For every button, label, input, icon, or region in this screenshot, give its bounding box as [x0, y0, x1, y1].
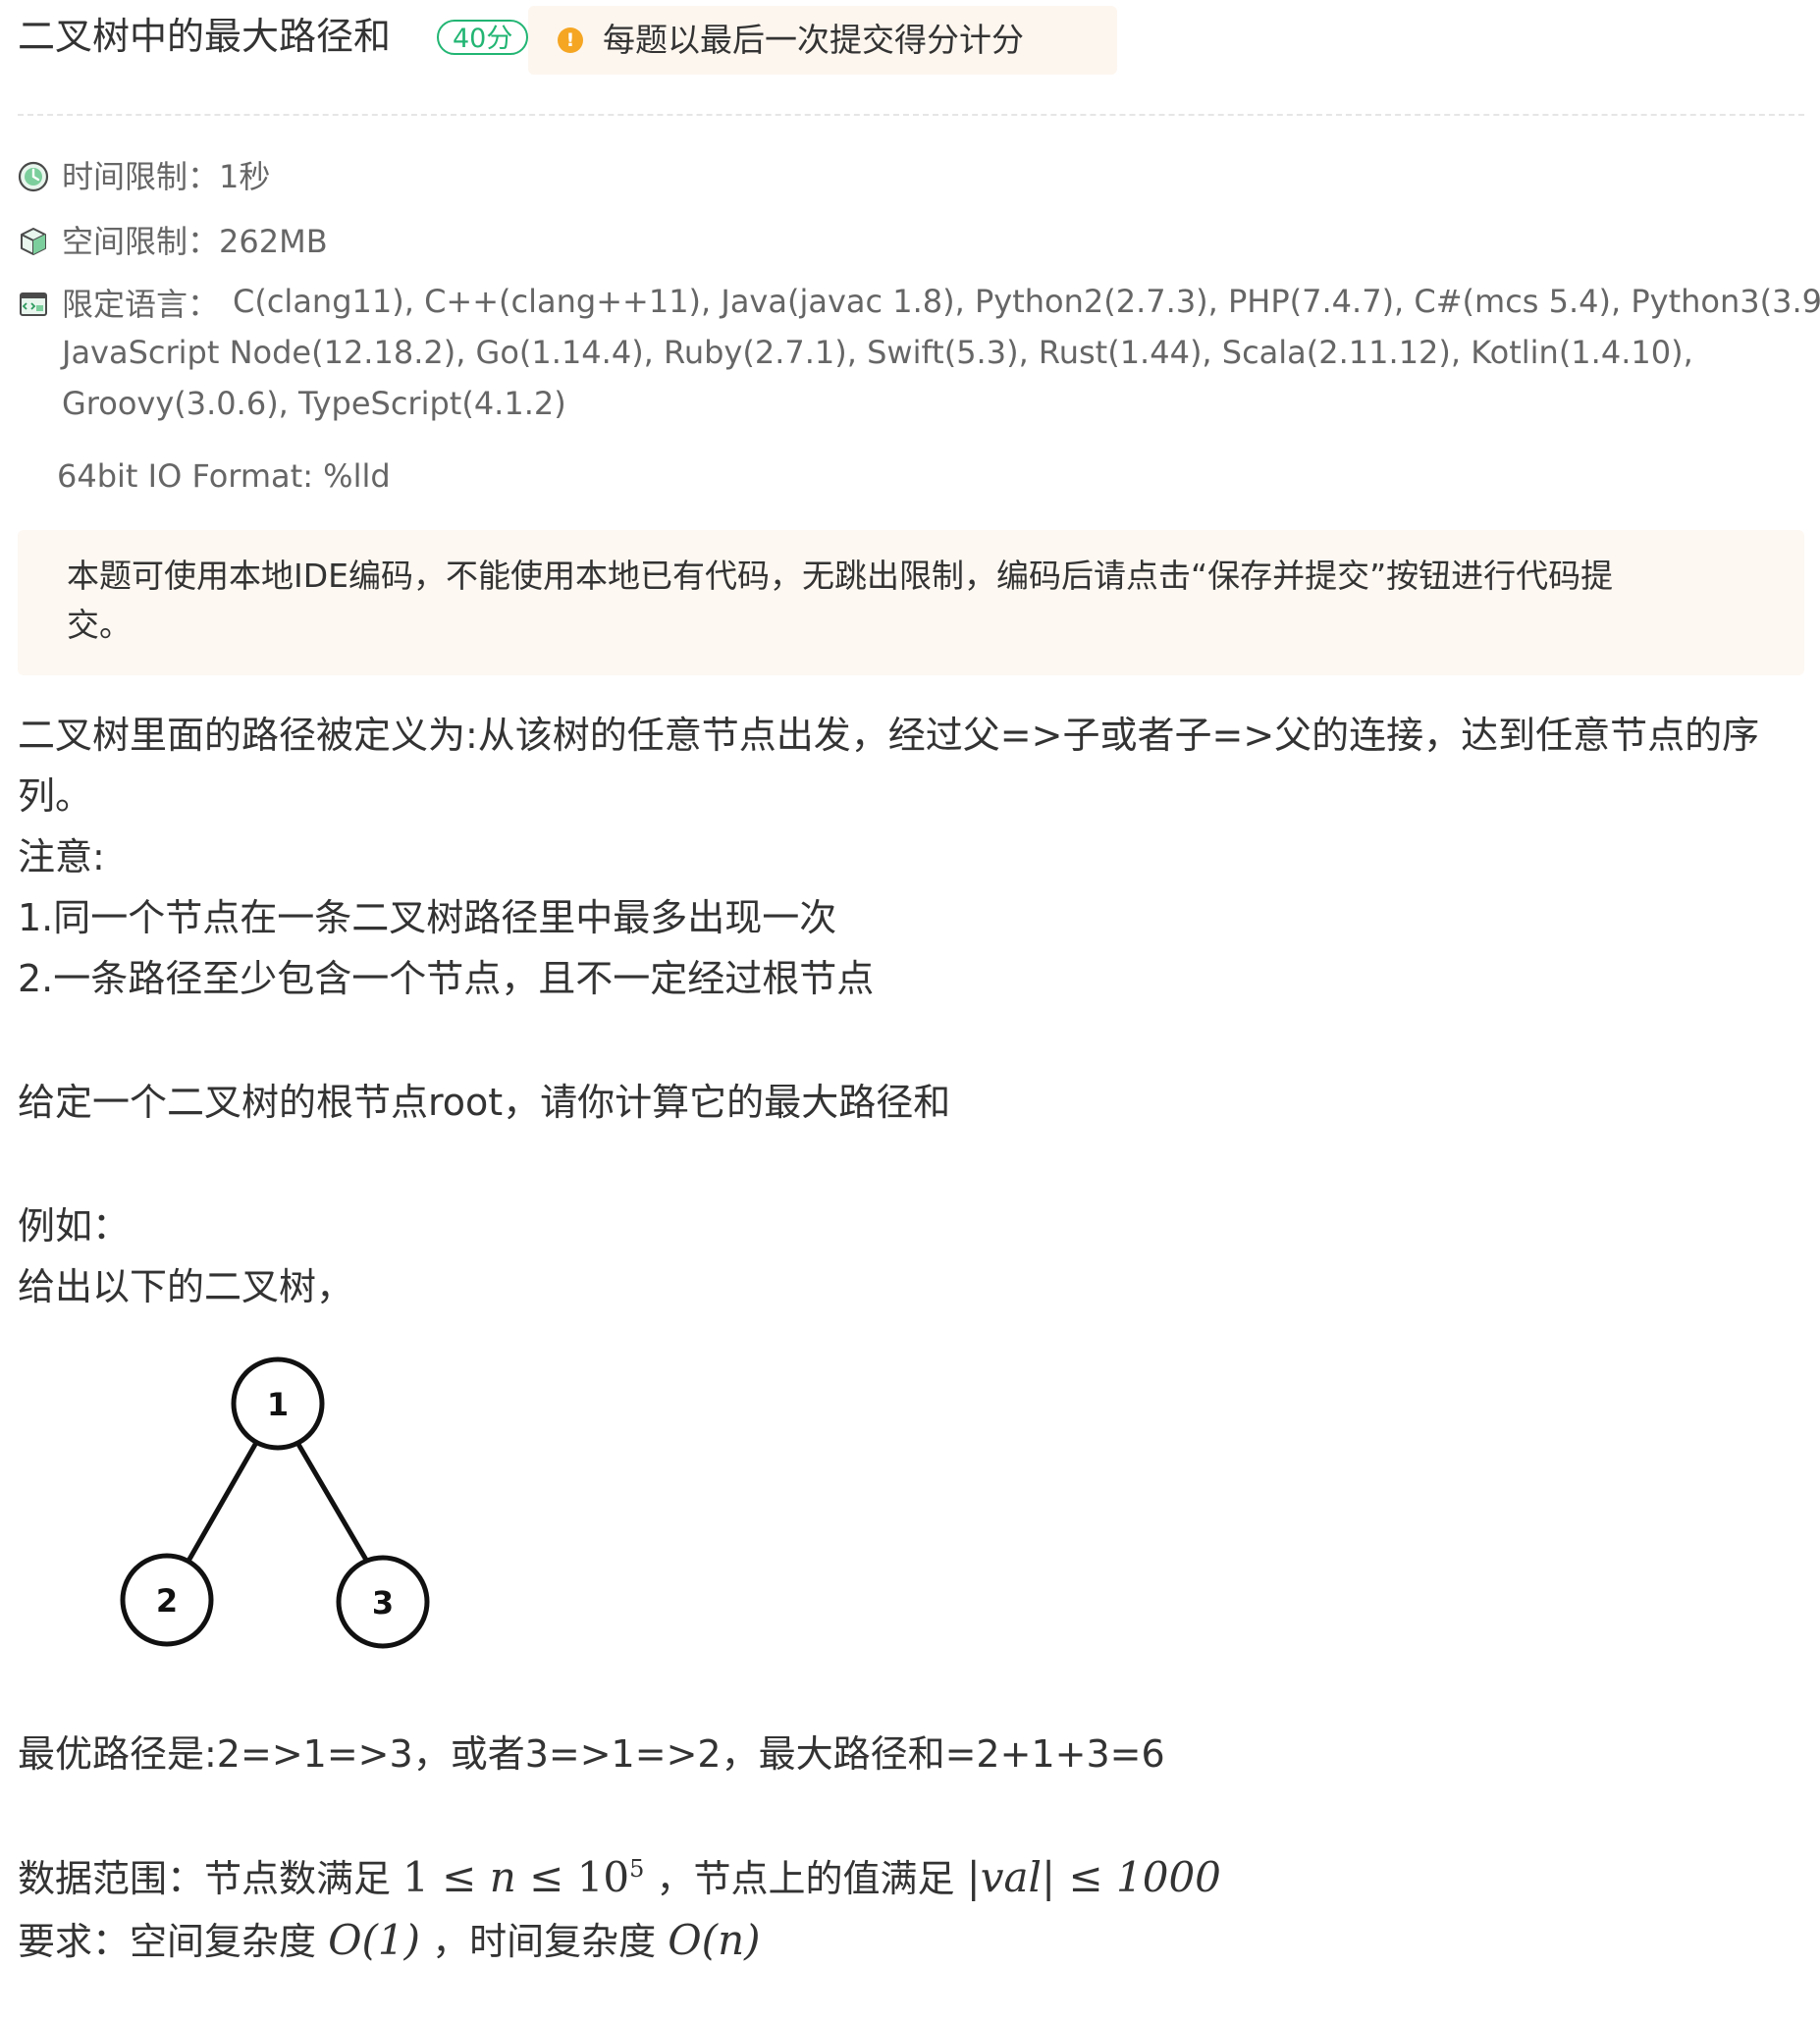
tree-node-right: 3 [336, 1555, 430, 1649]
task-statement: 给定一个二叉树的根节点root，请你计算它的最大路径和 [18, 1081, 951, 1124]
data-range-prefix: 数据范围：节点数满足 [18, 1857, 392, 1900]
data-range-mid: ，节点上的值满足 [656, 1857, 955, 1900]
note-item-2: 2.一条路径至少包含一个节点，且不一定经过根节点 [18, 957, 875, 1000]
ide-notice-box: 本题可使用本地IDE编码，不能使用本地已有代码，无跳出限制，编码后请点击“保存并… [18, 530, 1804, 675]
problem-header: 二叉树中的最大路径和 40分 ! 每题以最后一次提交得分计分 [18, 6, 1804, 75]
data-range: 数据范围：节点数满足 1 ≤ n ≤ 105 ，节点上的值满足 |val| ≤ … [18, 1847, 1221, 1909]
language-line-2: JavaScript Node(12.18.2), Go(1.14.4), Ru… [62, 334, 1693, 371]
time-complexity: O(n) [668, 1916, 761, 1964]
tree-node-left: 2 [120, 1553, 214, 1647]
code-window-icon [20, 292, 47, 316]
language-list: C(clang11), C++(clang++11), Java(javac 1… [62, 276, 1820, 429]
clock-icon [18, 161, 49, 192]
note-item-1: 1.同一个节点在一条二叉树路径里中最多出现一次 [18, 896, 837, 939]
value-constraint: |val| ≤ 1000 [966, 1853, 1221, 1901]
ide-notice-text: 本题可使用本地IDE编码，不能使用本地已有代码，无跳出限制，编码后请点击“保存并… [67, 552, 1736, 650]
example-title: 例如： [18, 1204, 131, 1248]
ide-notice-line-1: 本题可使用本地IDE编码，不能使用本地已有代码，无跳出限制，编码后请点击“保存并… [67, 557, 1614, 595]
example-intro: 给出以下的二叉树， [18, 1265, 354, 1308]
time-limit-text: 时间限制：1秒 [62, 158, 271, 195]
node-count-constraint: 1 ≤ n ≤ 105 [402, 1853, 645, 1901]
tree-node-root-label: 1 [267, 1386, 289, 1423]
ide-notice-line-2: 交。 [67, 606, 132, 644]
problem-page: 二叉树中的最大路径和 40分 ! 每题以最后一次提交得分计分 时间限制：1秒 空… [0, 0, 1820, 2020]
tree-edge-right [294, 1439, 373, 1568]
scoring-notice: ! 每题以最后一次提交得分计分 [528, 6, 1117, 75]
definition-line-2: 列。 [18, 774, 93, 818]
tree-node-root: 1 [231, 1356, 325, 1451]
language-line-3: Groovy(3.0.6), TypeScript(4.1.2) [62, 385, 566, 422]
problem-title: 二叉树中的最大路径和 [18, 15, 392, 58]
tree-node-left-label: 2 [156, 1582, 178, 1620]
binary-tree-diagram: 1 2 3 [120, 1356, 430, 1649]
cube-icon [21, 228, 46, 255]
scoring-notice-text: 每题以最后一次提交得分计分 [603, 21, 1024, 59]
example-result: 最优路径是:2=>1=>3，或者3=>1=>2，最大路径和=2+1+3=6 [18, 1732, 1165, 1776]
time-limit-row: 时间限制：1秒 [18, 151, 607, 202]
tree-edge-left [185, 1439, 260, 1565]
space-complexity: O(1) [328, 1916, 421, 1964]
language-line-1: C(clang11), C++(clang++11), Java(javac 1… [233, 283, 1820, 320]
space-limit-row: 空间限制：262MB [18, 216, 607, 267]
space-limit-text: 空间限制：262MB [62, 223, 328, 260]
requirement-mid: ，时间复杂度 [432, 1920, 657, 1963]
complexity-requirement: 要求：空间复杂度 O(1) ，时间复杂度 O(n) [18, 1910, 761, 1972]
requirement-prefix: 要求：空间复杂度 [18, 1920, 317, 1963]
io-format: 64bit IO Format: %lld [57, 457, 391, 495]
note-title: 注意: [18, 835, 105, 878]
score-badge: 40分 [437, 20, 529, 55]
exclamation-icon: ! [558, 27, 583, 53]
definition-line-1: 二叉树里面的路径被定义为:从该树的任意节点出发，经过父=>子或者子=>父的连接，… [18, 714, 1760, 757]
tree-node-right-label: 3 [372, 1584, 394, 1621]
header-divider [18, 114, 1804, 116]
